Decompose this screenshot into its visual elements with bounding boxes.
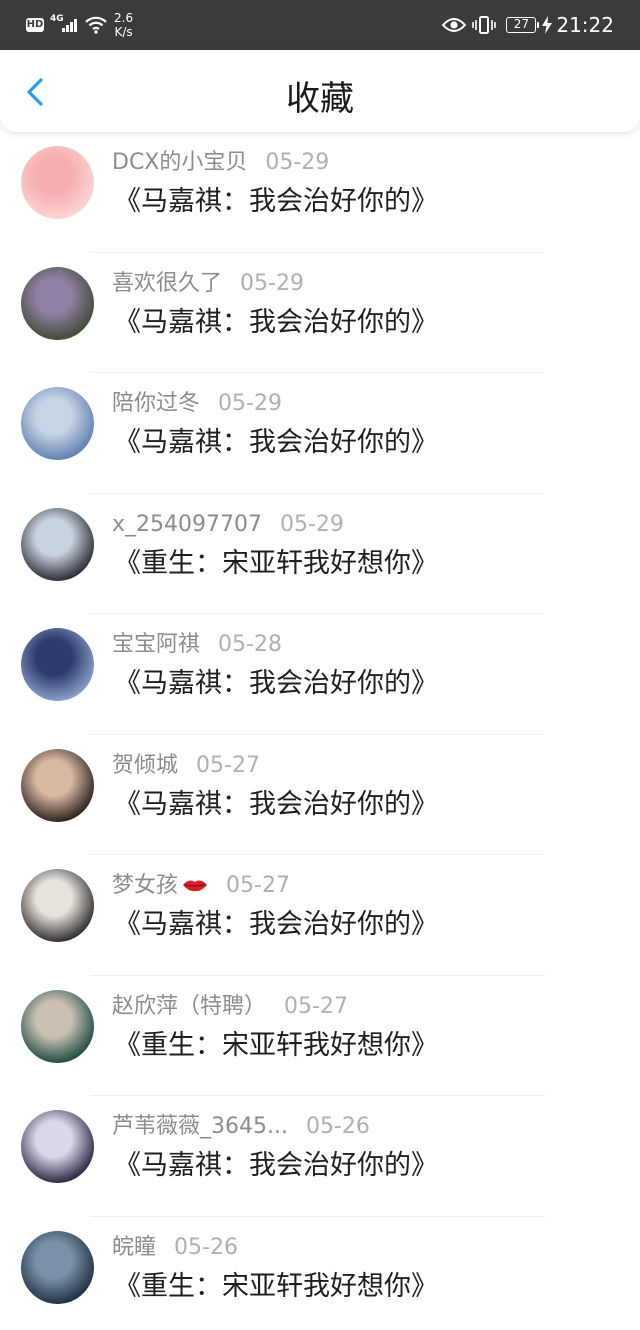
item-meta: 赵欣萍（特聘） 05-27 [112,992,348,1022]
item-meta: 芦苇薇薇_3645... 05-26 [112,1112,370,1142]
avatar[interactable] [21,146,94,219]
item-title[interactable]: 《马嘉祺：我会治好你的》 [114,907,438,943]
item-date: 05-27 [284,993,348,1019]
list-item[interactable]: 赵欣萍（特聘） 05-27 《重生：宋亚轩我好想你》 [0,976,640,1096]
item-date: 05-26 [174,1234,238,1260]
item-date: 05-29 [265,150,330,175]
username[interactable]: 陪你过冬 [112,391,200,416]
item-date: 05-29 [240,270,304,296]
avatar[interactable] [21,628,94,701]
item-meta: 贺倾城 05-27 [112,751,260,781]
header: 收藏 [0,50,640,132]
item-title[interactable]: 《马嘉祺：我会治好你的》 [114,305,438,341]
list-item[interactable]: 陪你过冬 05-29 《马嘉祺：我会治好你的》 [0,373,640,494]
username[interactable]: 皖瞳 [112,1235,156,1260]
list-item[interactable]: 皖瞳 05-26 《重生：宋亚轩我好想你》 [0,1217,640,1330]
list-item[interactable]: 梦女孩 05-27 《马嘉祺：我会治好你的》 [0,855,640,976]
item-date: 05-28 [218,632,282,657]
lips-icon [183,880,208,892]
hd-icon: HD [26,18,44,32]
status-bar: HD 4G 2.6 K/s 27 21:22 [0,0,640,50]
item-date: 05-27 [226,873,290,898]
wifi-icon [85,16,107,34]
item-title[interactable]: 《马嘉祺：我会治好你的》 [114,425,438,461]
page-title: 收藏 [286,79,354,119]
status-right: 27 21:22 [442,0,614,50]
avatar[interactable] [21,989,94,1063]
item-meta: DCX的小宝贝 05-29 [112,148,329,178]
item-meta: 陪你过冬 05-29 [112,389,282,419]
cellular-signal-icon: 4G [50,14,80,36]
username[interactable]: 宝宝阿祺 [112,632,200,657]
item-title[interactable]: 《重生：宋亚轩我好想你》 [114,546,438,582]
avatar[interactable] [21,387,94,460]
username[interactable]: 梦女孩 [112,873,178,898]
clock: 21:22 [556,13,614,37]
eye-icon [442,18,467,32]
item-title[interactable]: 《马嘉祺：我会治好你的》 [114,787,438,823]
avatar[interactable] [21,748,94,822]
list-item[interactable]: DCX的小宝贝 05-29 《马嘉祺：我会治好你的》 [0,132,640,253]
username[interactable]: 喜欢很久了 [112,271,222,296]
item-meta: 皖瞳 05-26 [112,1233,238,1263]
charging-bolt-icon [542,16,553,34]
item-meta: 梦女孩 05-27 [112,871,290,901]
avatar[interactable] [21,266,94,340]
item-date: 05-29 [280,511,344,537]
item-meta: 喜欢很久了 05-29 [112,269,304,299]
item-title[interactable]: 《重生：宋亚轩我好想你》 [114,1028,438,1064]
item-date: 05-26 [305,1114,370,1139]
avatar[interactable] [21,1230,94,1304]
username[interactable]: 赵欣萍（特聘） [112,994,266,1019]
list-item[interactable]: x_254097707 05-29 《重生：宋亚轩我好想你》 [0,494,640,614]
item-date: 05-29 [218,391,282,416]
item-title[interactable]: 《马嘉祺：我会治好你的》 [114,666,438,702]
avatar[interactable] [21,1110,94,1183]
username[interactable]: 芦苇薇薇_3645... [112,1114,288,1139]
battery-icon: 27 [506,17,540,33]
item-meta: 宝宝阿祺 05-28 [112,630,282,660]
item-title[interactable]: 《马嘉祺：我会治好你的》 [114,1148,438,1184]
username[interactable]: 贺倾城 [112,753,178,778]
avatar[interactable] [21,507,94,581]
item-title[interactable]: 《马嘉祺：我会治好你的》 [114,184,438,220]
avatar[interactable] [21,869,94,942]
username[interactable]: DCX的小宝贝 [112,150,247,175]
network-speed: 2.6 K/s [114,11,134,39]
list-item[interactable]: 喜欢很久了 05-29 《马嘉祺：我会治好你的》 [0,253,640,373]
favorites-list: DCX的小宝贝 05-29 《马嘉祺：我会治好你的》 喜欢很久了 05-29 《马嘉… [0,132,640,1330]
item-date: 05-27 [196,752,260,778]
list-item[interactable]: 芦苇薇薇_3645... 05-26 《马嘉祺：我会治好你的》 [0,1096,640,1217]
vibrate-icon [472,16,497,34]
item-meta: x_254097707 05-29 [112,510,344,540]
username[interactable]: x_254097707 [112,512,262,537]
item-title[interactable]: 《重生：宋亚轩我好想你》 [114,1269,438,1305]
list-item[interactable]: 宝宝阿祺 05-28 《马嘉祺：我会治好你的》 [0,614,640,735]
status-left: HD 4G 2.6 K/s [26,0,133,50]
list-item[interactable]: 贺倾城 05-27 《马嘉祺：我会治好你的》 [0,735,640,855]
